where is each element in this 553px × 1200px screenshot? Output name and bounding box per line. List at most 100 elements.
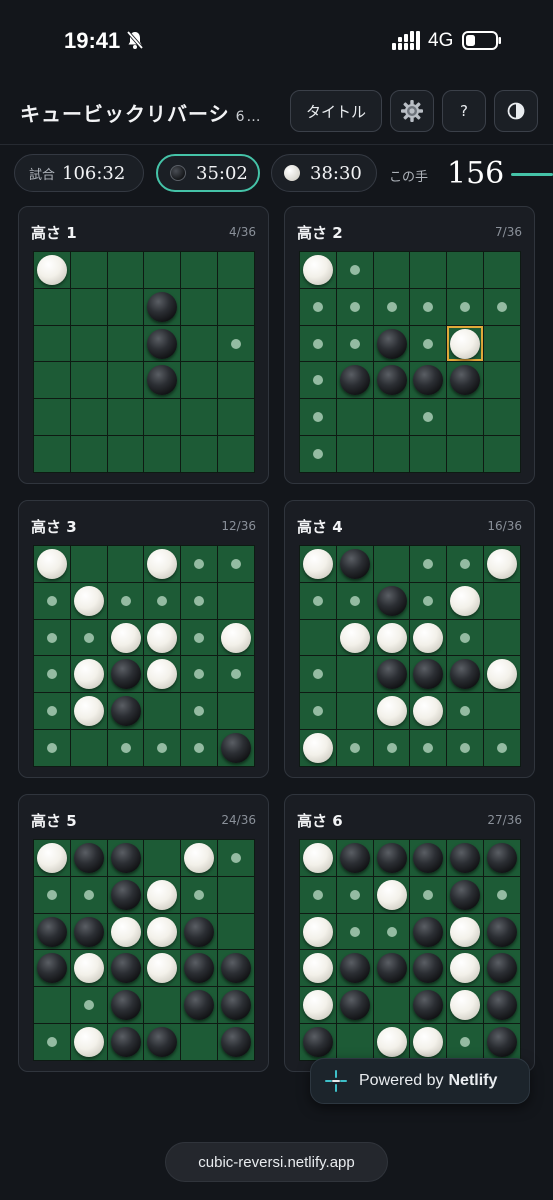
board-cell[interactable] bbox=[34, 362, 70, 399]
board-cell[interactable] bbox=[484, 362, 520, 399]
board-cell[interactable] bbox=[34, 913, 70, 950]
board-cell[interactable] bbox=[336, 1024, 373, 1060]
board-cell[interactable] bbox=[484, 436, 520, 472]
board-cell[interactable] bbox=[410, 693, 447, 730]
board-cell[interactable] bbox=[34, 325, 70, 362]
board-cell[interactable] bbox=[447, 362, 484, 399]
board-cell[interactable] bbox=[410, 288, 447, 325]
board-cell[interactable] bbox=[144, 876, 181, 913]
board-cell[interactable] bbox=[218, 1024, 254, 1060]
board-cell[interactable] bbox=[300, 987, 336, 1024]
board-cell[interactable] bbox=[34, 288, 70, 325]
board-cell-last-move[interactable] bbox=[447, 325, 484, 362]
board-cell[interactable] bbox=[447, 436, 484, 472]
board-cell[interactable] bbox=[70, 362, 107, 399]
board-cell[interactable] bbox=[410, 913, 447, 950]
board-cell[interactable] bbox=[336, 840, 373, 876]
board-cell[interactable] bbox=[300, 913, 336, 950]
board-cell[interactable] bbox=[373, 546, 410, 582]
board-cell[interactable] bbox=[218, 362, 254, 399]
board-cell[interactable] bbox=[34, 546, 70, 582]
board-cell[interactable] bbox=[410, 876, 447, 913]
board-cell[interactable] bbox=[300, 362, 336, 399]
board-cell[interactable] bbox=[218, 876, 254, 913]
board-cell[interactable] bbox=[144, 252, 181, 288]
board-cell[interactable] bbox=[300, 656, 336, 693]
board-cell[interactable] bbox=[373, 582, 410, 619]
board-cell[interactable] bbox=[181, 399, 218, 436]
board-cell[interactable] bbox=[70, 619, 107, 656]
board-cell[interactable] bbox=[336, 399, 373, 436]
board-cell[interactable] bbox=[336, 546, 373, 582]
board-cell[interactable] bbox=[34, 656, 70, 693]
board-cell[interactable] bbox=[181, 362, 218, 399]
board-cell[interactable] bbox=[410, 987, 447, 1024]
board-cell[interactable] bbox=[34, 436, 70, 472]
board-cell[interactable] bbox=[336, 730, 373, 766]
board-cell[interactable] bbox=[484, 399, 520, 436]
board-cell[interactable] bbox=[300, 619, 336, 656]
board-cell[interactable] bbox=[181, 876, 218, 913]
board-cell[interactable] bbox=[144, 1024, 181, 1060]
board-cell[interactable] bbox=[144, 399, 181, 436]
board-cell[interactable] bbox=[34, 1024, 70, 1060]
board-cell[interactable] bbox=[107, 876, 144, 913]
board-cell[interactable] bbox=[336, 325, 373, 362]
theme-toggle-button[interactable] bbox=[494, 90, 538, 132]
board-cell[interactable] bbox=[144, 987, 181, 1024]
netlify-badge[interactable]: Powered by Netlify bbox=[310, 1058, 530, 1104]
board-cell[interactable] bbox=[336, 582, 373, 619]
board-cell[interactable] bbox=[144, 436, 181, 472]
board-cell[interactable] bbox=[300, 288, 336, 325]
settings-button[interactable] bbox=[390, 90, 434, 132]
board-cell[interactable] bbox=[34, 987, 70, 1024]
board-cell[interactable] bbox=[373, 987, 410, 1024]
board-cell[interactable] bbox=[144, 656, 181, 693]
board-cell[interactable] bbox=[107, 913, 144, 950]
board-cell[interactable] bbox=[144, 950, 181, 987]
board-cell[interactable] bbox=[181, 730, 218, 766]
board-cell[interactable] bbox=[484, 288, 520, 325]
board-cell[interactable] bbox=[218, 288, 254, 325]
board-cell[interactable] bbox=[447, 399, 484, 436]
board-cell[interactable] bbox=[181, 546, 218, 582]
board-cell[interactable] bbox=[484, 582, 520, 619]
board-cell[interactable] bbox=[447, 546, 484, 582]
board-cell[interactable] bbox=[410, 252, 447, 288]
board-cell[interactable] bbox=[144, 730, 181, 766]
board-cell[interactable] bbox=[144, 913, 181, 950]
board-cell[interactable] bbox=[107, 987, 144, 1024]
board-cell[interactable] bbox=[373, 252, 410, 288]
board-cell[interactable] bbox=[300, 730, 336, 766]
board-cell[interactable] bbox=[373, 656, 410, 693]
board-cell[interactable] bbox=[34, 619, 70, 656]
board-cell[interactable] bbox=[300, 582, 336, 619]
board-cell[interactable] bbox=[336, 987, 373, 1024]
board-cell[interactable] bbox=[181, 436, 218, 472]
board-cell[interactable] bbox=[70, 252, 107, 288]
board-cell[interactable] bbox=[34, 252, 70, 288]
board-cell[interactable] bbox=[373, 288, 410, 325]
board-cell[interactable] bbox=[410, 1024, 447, 1060]
board-cell[interactable] bbox=[70, 399, 107, 436]
board-cell[interactable] bbox=[70, 840, 107, 876]
board-cell[interactable] bbox=[373, 436, 410, 472]
board-cell[interactable] bbox=[373, 950, 410, 987]
board-cell[interactable] bbox=[107, 325, 144, 362]
board-cell[interactable] bbox=[70, 656, 107, 693]
board-cell[interactable] bbox=[181, 252, 218, 288]
board-cell[interactable] bbox=[484, 840, 520, 876]
board-cell[interactable] bbox=[447, 913, 484, 950]
board-cell[interactable] bbox=[218, 582, 254, 619]
board-cell[interactable] bbox=[218, 252, 254, 288]
board-cell[interactable] bbox=[447, 288, 484, 325]
board-cell[interactable] bbox=[484, 730, 520, 766]
board-cell[interactable] bbox=[181, 693, 218, 730]
board-cell[interactable] bbox=[336, 436, 373, 472]
board-cell[interactable] bbox=[373, 325, 410, 362]
board-cell[interactable] bbox=[107, 582, 144, 619]
board-cell[interactable] bbox=[373, 840, 410, 876]
board-cell[interactable] bbox=[410, 840, 447, 876]
board-cell[interactable] bbox=[70, 913, 107, 950]
board-cell[interactable] bbox=[144, 582, 181, 619]
